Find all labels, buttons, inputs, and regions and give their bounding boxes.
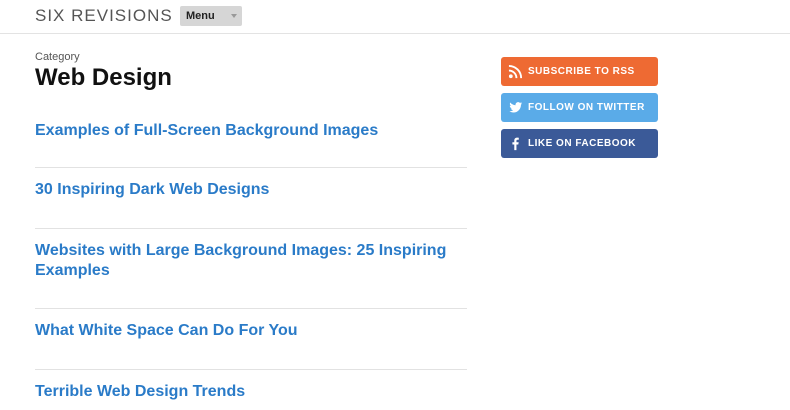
rss-button-label: SUBSCRIBE TO RSS bbox=[528, 66, 635, 77]
twitter-icon bbox=[509, 102, 523, 113]
list-item: Terrible Web Design Trends bbox=[35, 370, 467, 410]
like-facebook-button[interactable]: LIKE ON FACEBOOK bbox=[501, 129, 658, 158]
article-link[interactable]: Terrible Web Design Trends bbox=[35, 382, 467, 402]
site-header: SIX REVISIONS Menu bbox=[0, 0, 790, 34]
category-label: Category bbox=[35, 51, 80, 63]
menu-button[interactable]: Menu bbox=[180, 6, 242, 26]
facebook-button-label: LIKE ON FACEBOOK bbox=[528, 138, 637, 149]
list-item: Examples of Full-Screen Background Image… bbox=[35, 110, 467, 168]
article-link[interactable]: Examples of Full-Screen Background Image… bbox=[35, 121, 467, 141]
site-title[interactable]: SIX REVISIONS bbox=[35, 6, 173, 26]
follow-twitter-button[interactable]: FOLLOW ON TWITTER bbox=[501, 93, 658, 122]
list-item: 30 Inspiring Dark Web Designs bbox=[35, 168, 467, 229]
chevron-down-icon bbox=[231, 14, 237, 18]
list-item: What White Space Can Do For You bbox=[35, 309, 467, 370]
rss-icon bbox=[508, 64, 523, 79]
article-link[interactable]: Websites with Large Background Images: 2… bbox=[35, 241, 467, 281]
page-title: Web Design bbox=[35, 64, 172, 91]
list-item: Websites with Large Background Images: 2… bbox=[35, 229, 467, 309]
article-list: Examples of Full-Screen Background Image… bbox=[35, 110, 467, 410]
article-link[interactable]: What White Space Can Do For You bbox=[35, 321, 467, 341]
article-link[interactable]: 30 Inspiring Dark Web Designs bbox=[35, 180, 467, 200]
twitter-button-label: FOLLOW ON TWITTER bbox=[528, 102, 645, 113]
menu-button-label: Menu bbox=[186, 10, 215, 22]
subscribe-rss-button[interactable]: SUBSCRIBE TO RSS bbox=[501, 57, 658, 86]
facebook-icon bbox=[512, 137, 519, 151]
